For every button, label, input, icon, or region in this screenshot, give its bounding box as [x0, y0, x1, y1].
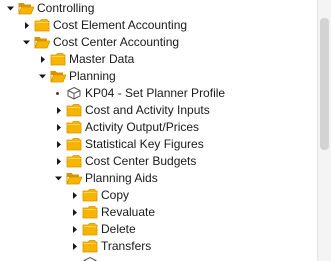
- tree-node-label: Planning Aids: [85, 171, 158, 185]
- menu-tree: Controlling Cost Element Accounting Cost C…: [0, 0, 316, 261]
- folder-open-icon: [34, 35, 50, 49]
- collapsed-arrow-icon[interactable]: [38, 55, 47, 64]
- tree-node-label: KP04 - Set Planner Profile: [85, 86, 226, 100]
- collapsed-arrow-icon[interactable]: [54, 157, 63, 166]
- tree-node-planning[interactable]: Planning: [0, 68, 316, 85]
- tree-node-controlling[interactable]: Controlling: [0, 0, 316, 17]
- collapsed-arrow-icon[interactable]: [70, 242, 79, 251]
- collapsed-arrow-icon[interactable]: [70, 208, 79, 217]
- tree-node-revaluate[interactable]: Revaluate: [0, 204, 316, 221]
- folder-icon: [66, 120, 82, 134]
- folder-open-icon: [50, 69, 66, 83]
- transaction-cube-icon: [82, 256, 98, 261]
- tree-node-transfers[interactable]: Transfers: [0, 238, 316, 255]
- tree-node-label: Cost Center Budgets: [85, 154, 197, 168]
- collapsed-arrow-icon[interactable]: [70, 191, 79, 200]
- folder-icon: [34, 18, 50, 32]
- folder-open-icon: [66, 171, 82, 185]
- folder-icon: [82, 239, 98, 253]
- collapsed-arrow-icon[interactable]: [54, 123, 63, 132]
- scrollbar-thumb[interactable]: [320, 18, 329, 150]
- expanded-arrow-icon[interactable]: [6, 4, 15, 13]
- tree-node-cost-and-activity-inputs[interactable]: Cost and Activity Inputs: [0, 102, 316, 119]
- tree-node-master-data[interactable]: Master Data: [0, 51, 316, 68]
- tree-node-label: Revaluate: [101, 205, 156, 219]
- tree-node-partial-15[interactable]: [0, 255, 316, 261]
- expanded-arrow-icon[interactable]: [22, 38, 31, 47]
- tree-node-activity-output-prices[interactable]: Activity Output/Prices: [0, 119, 316, 136]
- collapsed-arrow-icon[interactable]: [54, 106, 63, 115]
- leaf-bullet: [56, 92, 59, 95]
- folder-icon: [82, 222, 98, 236]
- tree-node-delete[interactable]: Delete: [0, 221, 316, 238]
- folder-icon: [82, 205, 98, 219]
- tree-node-statistical-key-figures[interactable]: Statistical Key Figures: [0, 136, 316, 153]
- folder-open-icon: [18, 1, 34, 15]
- tree-node-cost-center-budgets[interactable]: Cost Center Budgets: [0, 153, 316, 170]
- collapsed-arrow-icon[interactable]: [54, 140, 63, 149]
- tree-node-label: Transfers: [101, 239, 152, 253]
- tree-node-label: Copy: [101, 188, 130, 202]
- tree-node-label: Statistical Key Figures: [85, 137, 204, 151]
- folder-icon: [66, 103, 82, 117]
- tree-node-label: Delete: [101, 222, 136, 236]
- expanded-arrow-icon[interactable]: [38, 72, 47, 81]
- tree-node-label: Master Data: [69, 52, 135, 66]
- expanded-arrow-icon[interactable]: [54, 174, 63, 183]
- folder-icon: [66, 154, 82, 168]
- transaction-cube-icon: [66, 86, 82, 100]
- tree-node-label: Planning: [69, 69, 116, 83]
- tree-node-cost-element-accounting[interactable]: Cost Element Accounting: [0, 17, 316, 34]
- tree-node-label: Cost and Activity Inputs: [85, 103, 210, 117]
- tree-node-copy[interactable]: Copy: [0, 187, 316, 204]
- tree-node-label: Cost Element Accounting: [53, 18, 188, 32]
- collapsed-arrow-icon[interactable]: [22, 21, 31, 30]
- folder-icon: [66, 137, 82, 151]
- vertical-scrollbar[interactable]: [317, 0, 331, 261]
- tree-node-label: Cost Center Accounting: [53, 35, 180, 49]
- tree-node-planning-aids[interactable]: Planning Aids: [0, 170, 316, 187]
- tree-node-cost-center-accounting[interactable]: Cost Center Accounting: [0, 34, 316, 51]
- tree-node-label: Controlling: [37, 1, 95, 15]
- folder-icon: [82, 188, 98, 202]
- folder-icon: [50, 52, 66, 66]
- collapsed-arrow-icon[interactable]: [70, 225, 79, 234]
- tree-node-kp04-set-planner-profile[interactable]: KP04 - Set Planner Profile: [0, 85, 316, 102]
- tree-node-label: Activity Output/Prices: [85, 120, 200, 134]
